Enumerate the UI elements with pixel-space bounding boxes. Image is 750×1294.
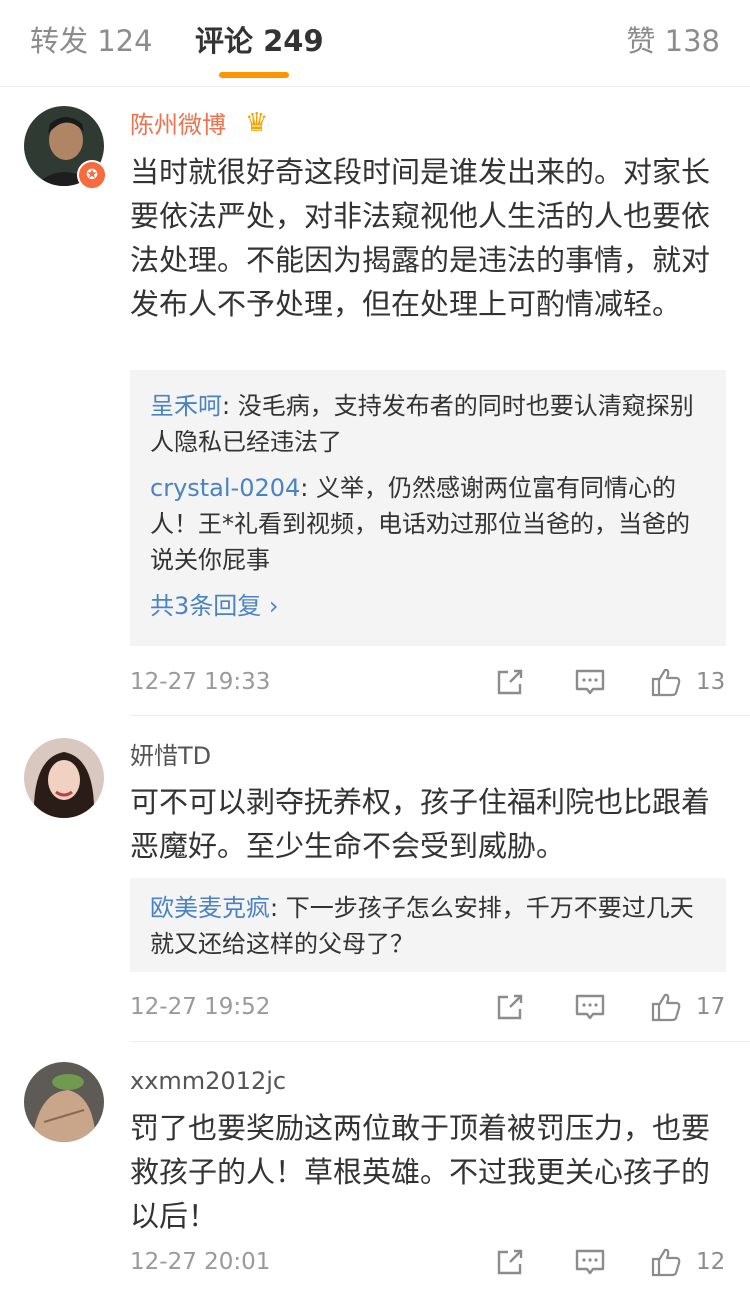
comment-meta: 12-27 20:01 12 — [130, 1242, 730, 1282]
reply-comment-icon[interactable] — [574, 1246, 606, 1278]
avatar[interactable] — [24, 1062, 104, 1142]
like-thumb-icon[interactable] — [650, 1246, 682, 1278]
comment-item: xxmm2012jc 罚了也要奖励这两位敢于顶着被罚压力，也要救孩子的人！草根英… — [0, 0, 750, 1294]
repost-icon[interactable] — [494, 1246, 526, 1278]
comment-username[interactable]: xxmm2012jc — [130, 1066, 286, 1096]
comment-time: 12-27 20:01 — [130, 1249, 271, 1275]
like-count: 12 — [696, 1249, 726, 1275]
comment-text: 罚了也要奖励这两位敢于顶着被罚压力，也要救孩子的人！草根英雄。不过我更关心孩子的… — [130, 1111, 711, 1233]
